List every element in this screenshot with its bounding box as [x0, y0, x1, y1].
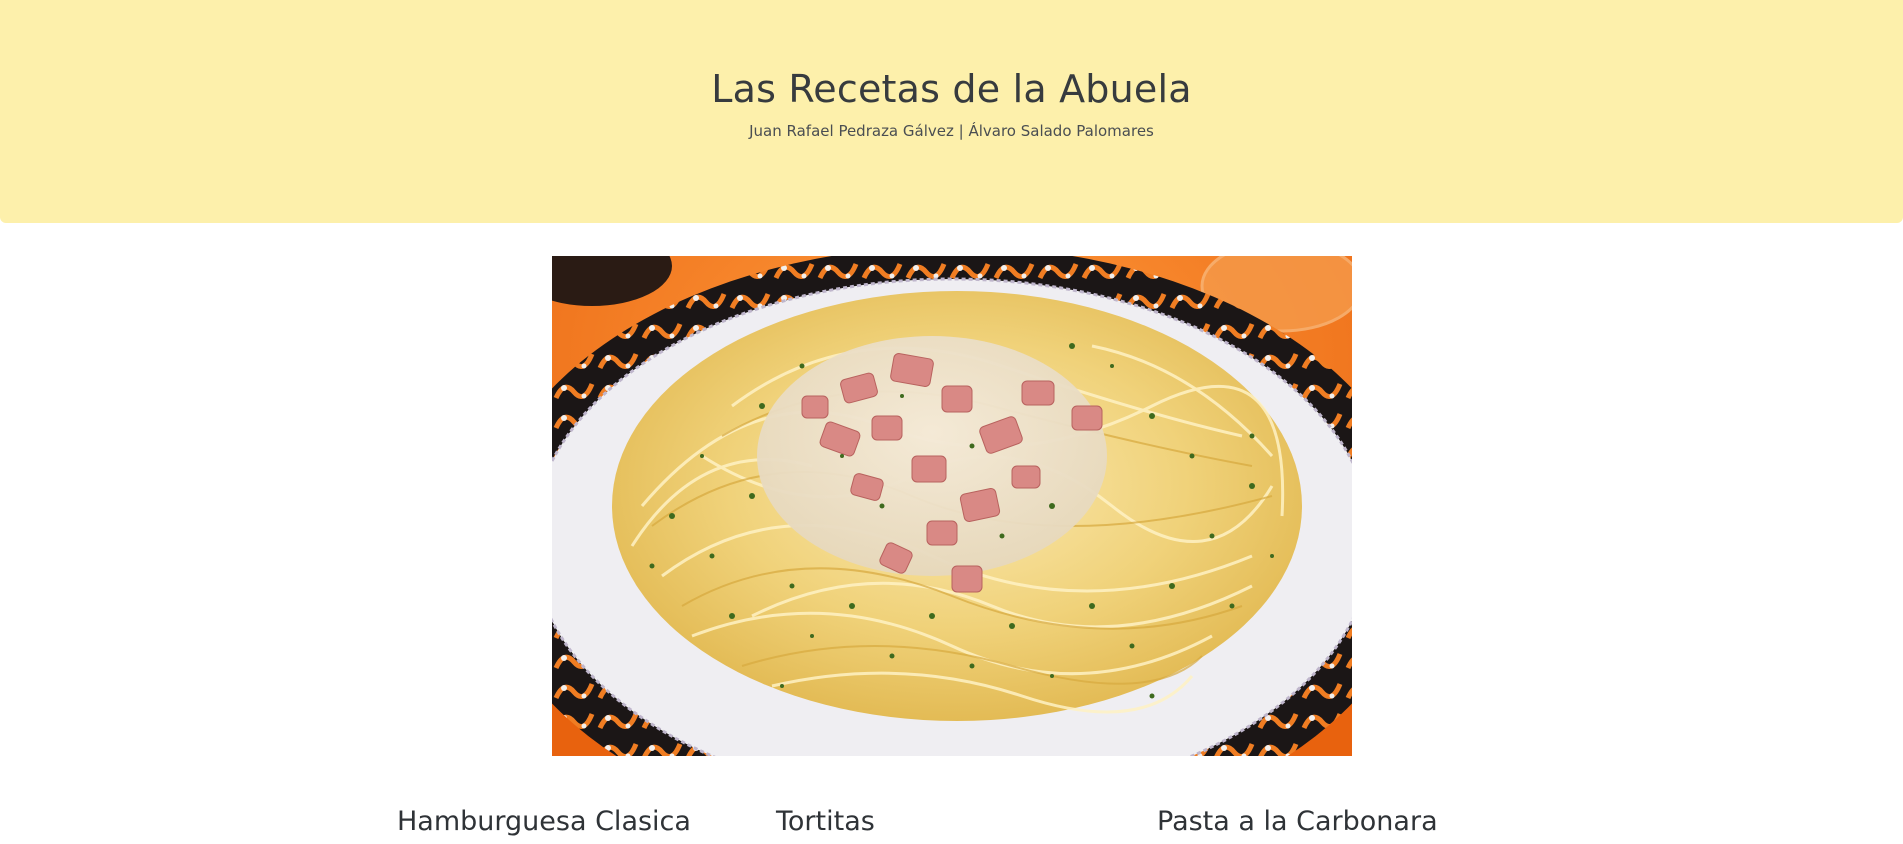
- recipe-title-tortitas[interactable]: Tortitas: [776, 800, 875, 844]
- recipe-title-hamburguesa[interactable]: Hamburguesa Clasica: [397, 800, 691, 844]
- authors-subtitle: Juan Rafael Pedraza Gálvez | Álvaro Sala…: [749, 122, 1154, 140]
- recipe-title-carbonara[interactable]: Pasta a la Carbonara: [1157, 800, 1438, 844]
- header-banner: Las Recetas de la Abuela Juan Rafael Ped…: [0, 0, 1903, 223]
- pasta-illustration: [552, 256, 1352, 756]
- page-title: Las Recetas de la Abuela: [711, 67, 1192, 111]
- hero-image-pasta-carbonara: [552, 256, 1352, 756]
